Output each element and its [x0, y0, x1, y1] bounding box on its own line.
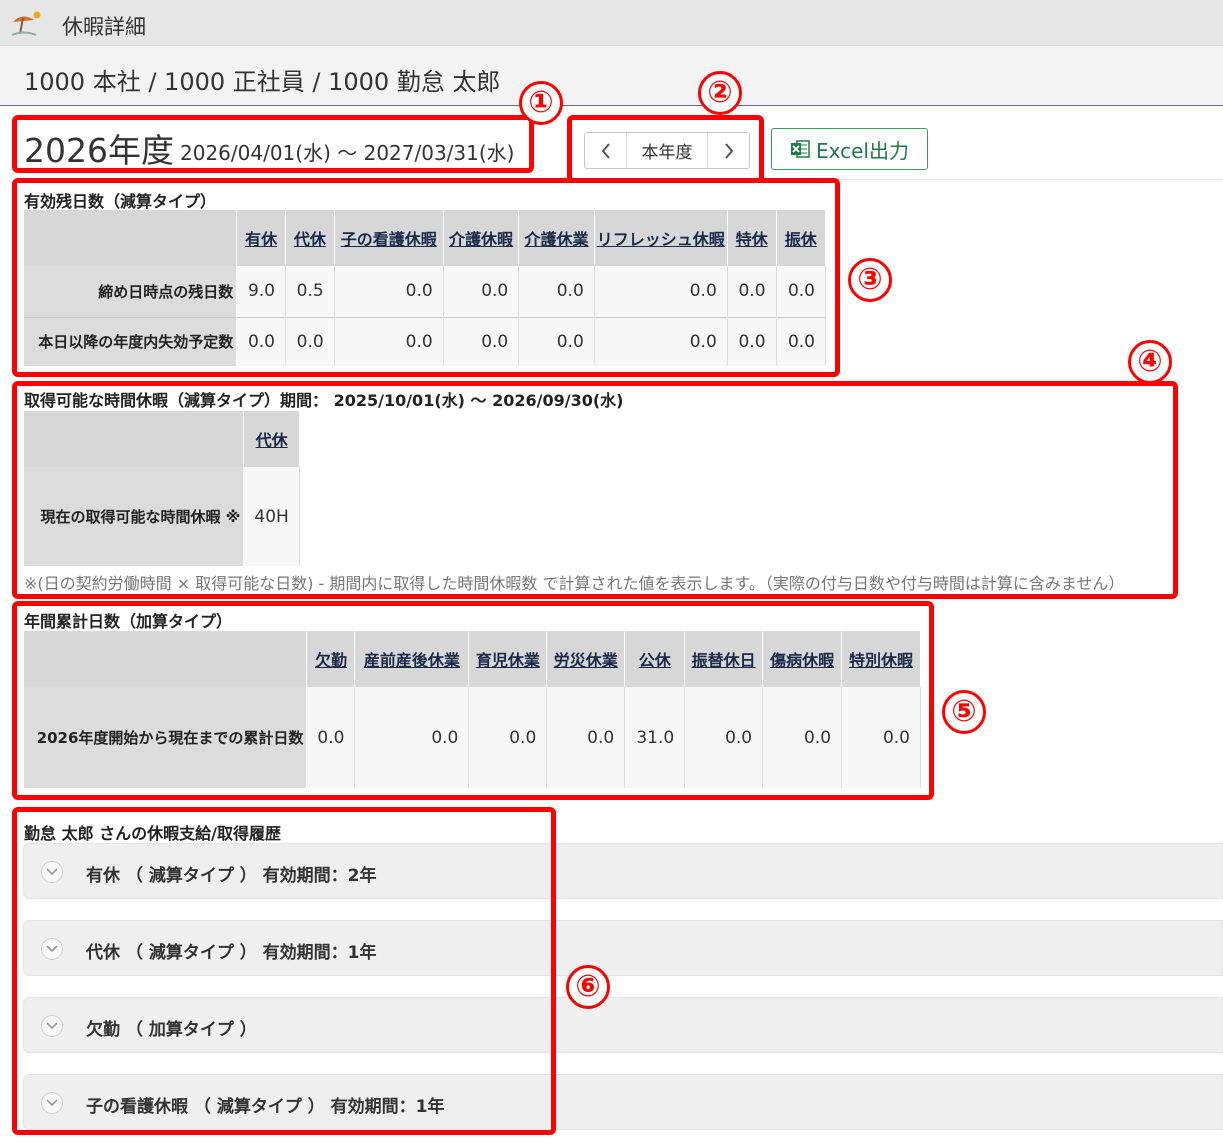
col-header[interactable]: 特別休暇: [841, 631, 921, 687]
next-year-button[interactable]: [708, 133, 749, 168]
table-cell: 0.0: [762, 687, 843, 788]
table-cell: 40H: [243, 467, 300, 566]
cumulative-corner: [24, 631, 308, 687]
remaining-corner: [24, 210, 238, 266]
cumulative-heading: 年間累計日数（加算タイプ）: [24, 612, 233, 631]
col-header[interactable]: 有休: [236, 210, 286, 266]
table-cell: 0.0: [727, 316, 777, 366]
table-cell: 0.0: [518, 316, 595, 366]
chevron-right-icon: [724, 142, 733, 159]
col-header[interactable]: 振替休日: [684, 631, 764, 687]
year-navigator: 本年度: [584, 132, 750, 169]
remaining-heading: 有効残日数（減算タイプ）: [24, 192, 217, 211]
table-cell: 0.0: [236, 316, 286, 366]
table-cell: 0.0: [546, 687, 626, 788]
col-header[interactable]: 労災休業: [546, 631, 626, 687]
table-cell: 0.0: [443, 266, 520, 317]
window-title: 休暇詳細: [62, 15, 146, 39]
row-label: 2026年度開始から現在までの累計日数: [24, 687, 308, 788]
table-cell: 0.0: [354, 687, 470, 788]
chevron-left-icon: [601, 142, 610, 159]
chevron-down-icon: [41, 1015, 63, 1037]
excel-icon: [791, 140, 810, 158]
row-label: 現在の取得可能な時間休暇 ※: [24, 467, 245, 566]
annotation-marker: ③: [848, 258, 892, 302]
table-row: 締め日時点の残日数 9.0 0.5 0.0 0.0 0.0 0.0 0.0 0.…: [24, 266, 827, 317]
history-accordion-item[interactable]: 有休 （ 減算タイプ ） 有効期間：2年: [23, 843, 1223, 899]
annotation-marker: ④: [1128, 340, 1172, 384]
table-cell: 0.0: [841, 687, 921, 788]
beach-umbrella-icon: [11, 11, 41, 36]
table-cell: 0.0: [443, 316, 520, 366]
chevron-down-icon: [41, 938, 63, 960]
excel-export-label: Excel出力: [816, 138, 909, 163]
col-header[interactable]: 特休: [727, 210, 777, 266]
col-header[interactable]: 代休: [243, 411, 300, 467]
table-cell: 0.0: [468, 687, 548, 788]
table-cell: 0.5: [285, 266, 335, 317]
col-header[interactable]: 振休: [776, 210, 827, 266]
annotation-marker: ⑤: [942, 690, 986, 734]
table-cell: 9.0: [236, 266, 286, 317]
excel-export-button[interactable]: Excel出力: [771, 128, 928, 170]
col-header[interactable]: 子の看護休暇: [334, 210, 444, 266]
table-row: 2026年度開始から現在までの累計日数 0.0 0.0 0.0 0.0 31.0…: [24, 687, 921, 788]
table-cell: 0.0: [518, 266, 595, 317]
title-bar: 休暇詳細: [0, 0, 1223, 46]
col-header[interactable]: 介護休暇: [443, 210, 520, 266]
col-header[interactable]: 公休: [624, 631, 686, 687]
col-header[interactable]: 傷病休暇: [762, 631, 843, 687]
hourly-note: ※(日の契約労働時間 × 取得可能な日数) - 期間内に取得した時間休暇数 で計…: [24, 574, 1125, 593]
history-item-label: 代休 （ 減算タイプ ） 有効期間：1年: [86, 943, 377, 963]
fiscal-year: 2026年度: [24, 131, 174, 170]
table-cell: 0.0: [727, 266, 777, 317]
table-row: 本日以降の年度内失効予定数 0.0 0.0 0.0 0.0 0.0 0.0 0.…: [24, 316, 827, 366]
col-header[interactable]: リフレッシュ休暇: [594, 210, 728, 266]
table-cell: 0.0: [334, 266, 444, 317]
col-header[interactable]: 欠勤: [306, 631, 356, 687]
col-header[interactable]: 代休: [285, 210, 335, 266]
chevron-down-icon: [41, 1092, 63, 1114]
chevron-down-icon: [41, 861, 63, 883]
hourly-table: 代休 現在の取得可能な時間休暇 ※ 40H: [24, 411, 300, 566]
prev-year-button[interactable]: [585, 133, 626, 168]
history-accordion-item[interactable]: 子の看護休暇 （ 減算タイプ ） 有効期間：1年: [23, 1074, 1223, 1130]
table-cell: 0.0: [776, 316, 827, 366]
table-cell: 0.0: [285, 316, 335, 366]
history-heading: 勤怠 太郎 さんの休暇支給/取得履歴: [24, 824, 281, 843]
row-label: 本日以降の年度内失効予定数: [24, 316, 238, 366]
period-range: 2026/04/01(水) ～ 2027/03/31(水): [180, 141, 515, 165]
history-item-label: 子の看護休暇 （ 減算タイプ ） 有効期間：1年: [86, 1097, 445, 1117]
table-cell: 0.0: [684, 687, 764, 788]
current-year-button[interactable]: 本年度: [626, 133, 708, 168]
remaining-table: 有休 代休 子の看護休暇 介護休暇 介護休業 リフレッシュ休暇 特休 振休 締め…: [24, 210, 827, 366]
history-accordion-item[interactable]: 欠勤 （ 加算タイプ ）: [23, 997, 1223, 1053]
col-header[interactable]: 育児休業: [468, 631, 548, 687]
history-item-label: 有休 （ 減算タイプ ） 有効期間：2年: [86, 866, 377, 886]
table-cell: 0.0: [594, 316, 728, 366]
col-header[interactable]: 産前産後休業: [354, 631, 470, 687]
cumulative-table: 欠勤 産前産後休業 育児休業 労災休業 公休 振替休日 傷病休暇 特別休暇 20…: [24, 631, 921, 788]
table-cell: 31.0: [624, 687, 686, 788]
table-cell: 0.0: [776, 266, 827, 317]
col-header[interactable]: 介護休業: [518, 210, 595, 266]
table-row: 現在の取得可能な時間休暇 ※ 40H: [24, 467, 300, 566]
history-accordion-item[interactable]: 代休 （ 減算タイプ ） 有効期間：1年: [23, 920, 1223, 976]
table-cell: 0.0: [306, 687, 356, 788]
hourly-heading: 取得可能な時間休暇（減算タイプ）期間： 2025/10/01(水) ～ 2026…: [24, 391, 624, 410]
employee-bar: 1000 本社 / 1000 正社員 / 1000 勤怠 太郎: [0, 46, 1223, 106]
divider: [760, 179, 1223, 180]
employee-label: 1000 本社 / 1000 正社員 / 1000 勤怠 太郎: [24, 68, 501, 96]
table-cell: 0.0: [594, 266, 728, 317]
table-cell: 0.0: [334, 316, 444, 366]
row-label: 締め日時点の残日数: [24, 266, 238, 317]
hourly-corner: [24, 411, 245, 467]
history-item-label: 欠勤 （ 加算タイプ ）: [86, 1020, 257, 1040]
